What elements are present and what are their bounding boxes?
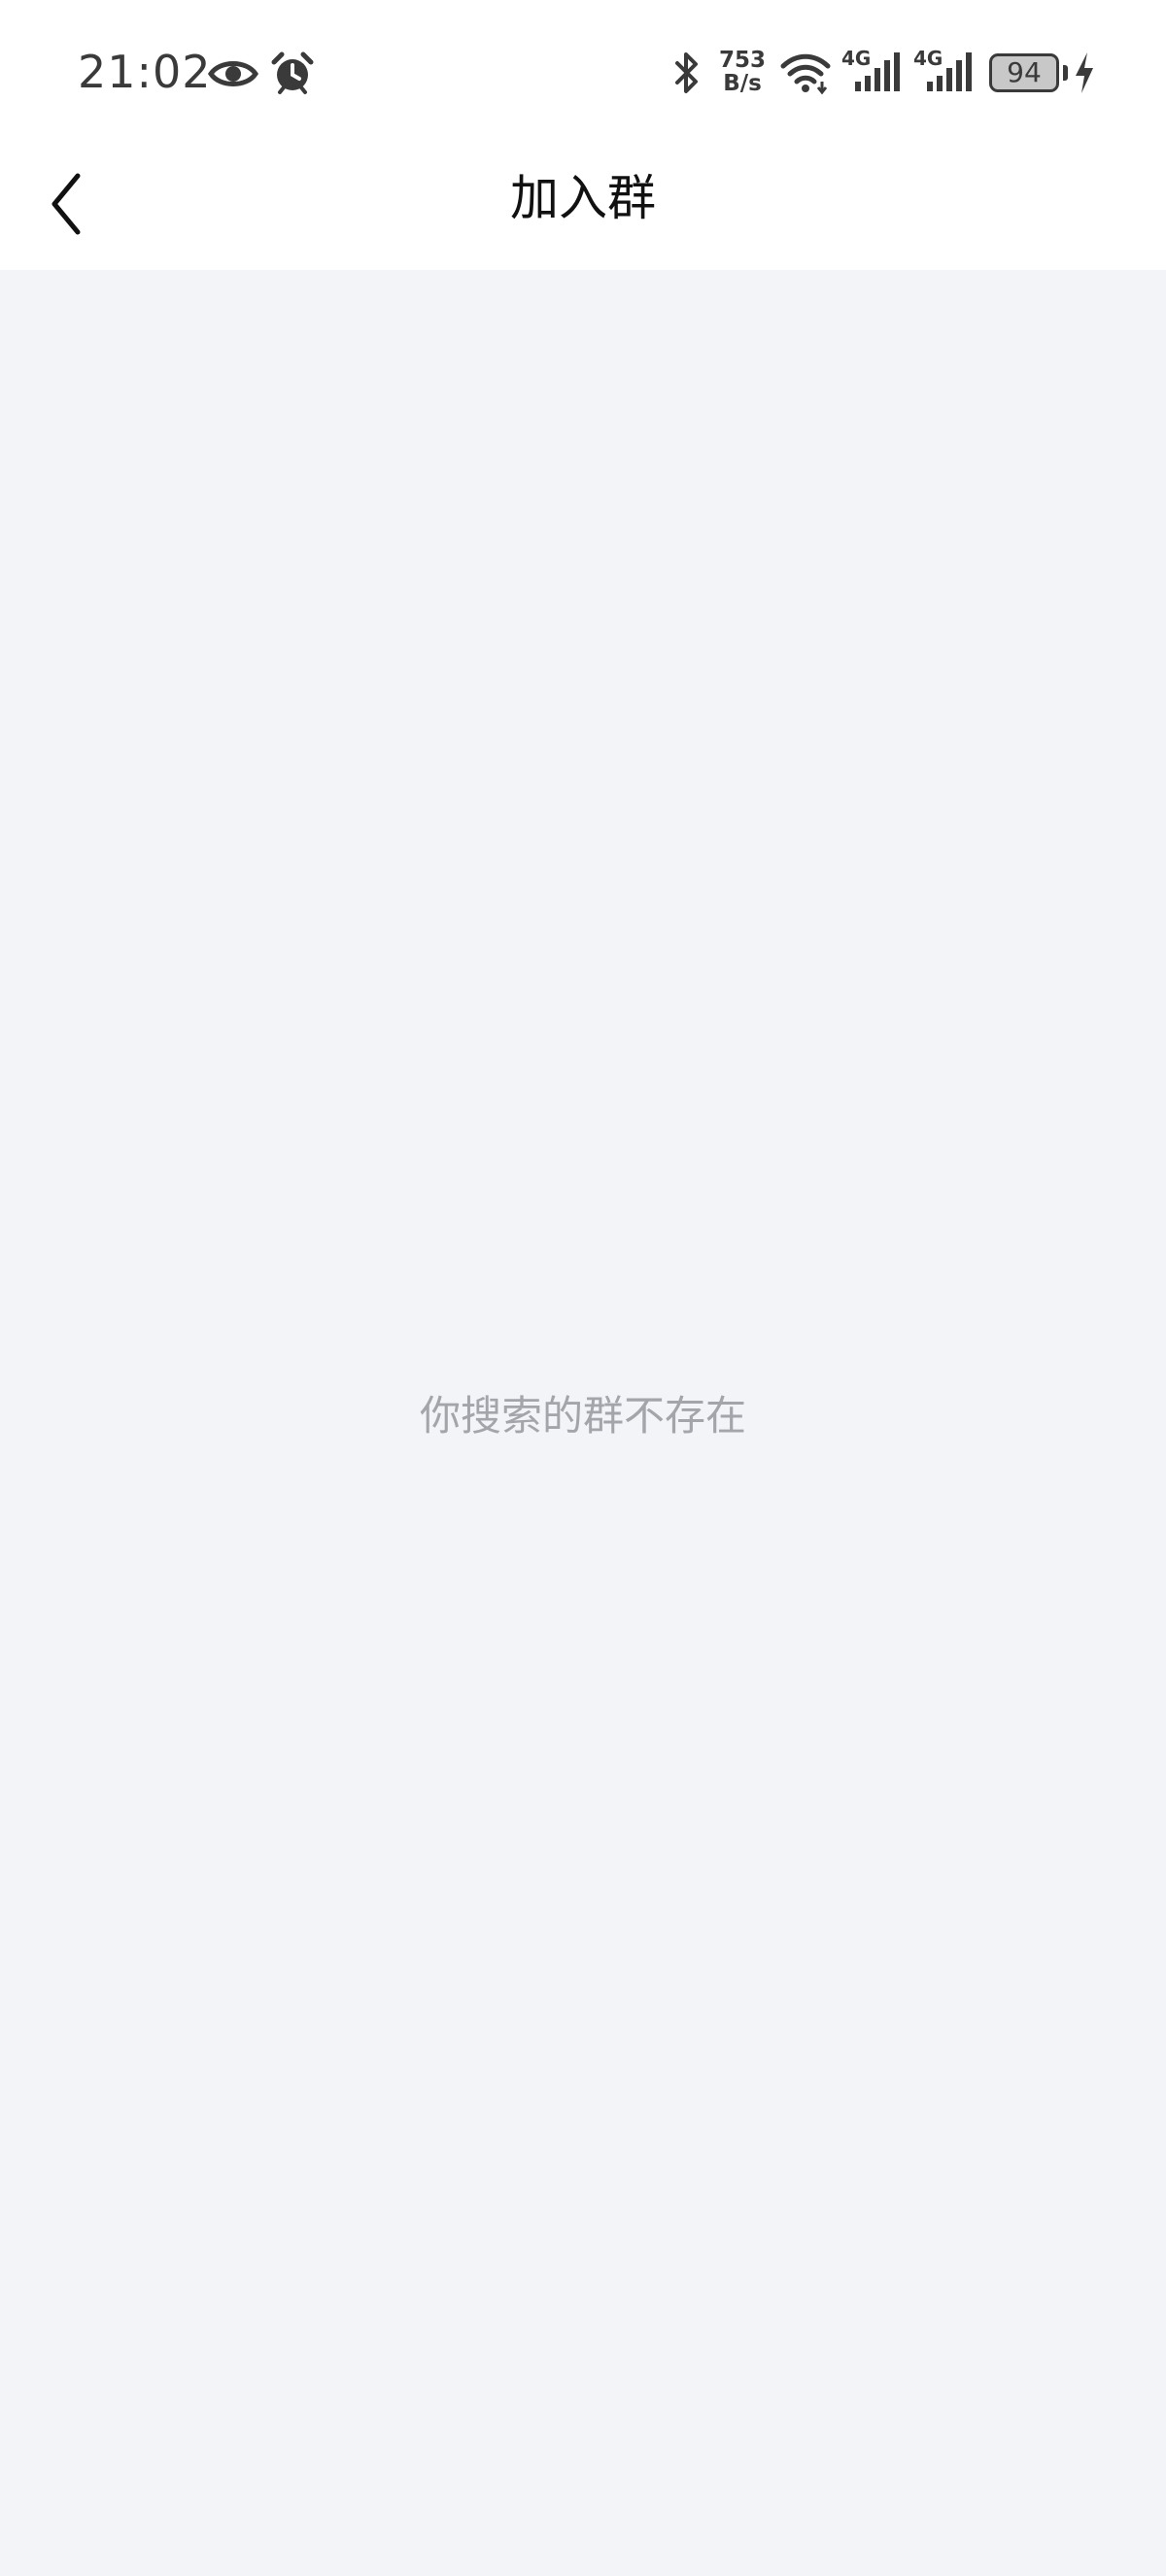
main-content: 你搜索的群不存在 (0, 270, 1166, 2576)
battery-cap (1063, 65, 1068, 81)
back-button[interactable] (19, 155, 117, 253)
wifi-icon (780, 53, 831, 95)
bluetooth-icon (675, 52, 698, 93)
network-speed: 753 B/s (715, 49, 770, 95)
chevron-left-icon (51, 173, 81, 235)
eye-icon (208, 61, 258, 86)
alarm-clock-icon (271, 51, 314, 94)
status-bar: 21:02 753 B/s 4G 4G 94 (0, 0, 1166, 136)
signal-icon (855, 52, 900, 91)
battery-level: 94 (1007, 56, 1042, 88)
page-title: 加入群 (510, 170, 656, 226)
empty-state-message: 你搜索的群不存在 (419, 1392, 746, 1440)
network-speed-unit: B/s (723, 71, 762, 96)
network-speed-value: 753 (718, 48, 766, 73)
status-time: 21:02 (78, 46, 212, 98)
signal-icon (927, 52, 972, 91)
charging-bolt-icon (1076, 52, 1093, 93)
header: 加入群 (0, 136, 1166, 270)
battery-icon: 94 (989, 53, 1059, 92)
